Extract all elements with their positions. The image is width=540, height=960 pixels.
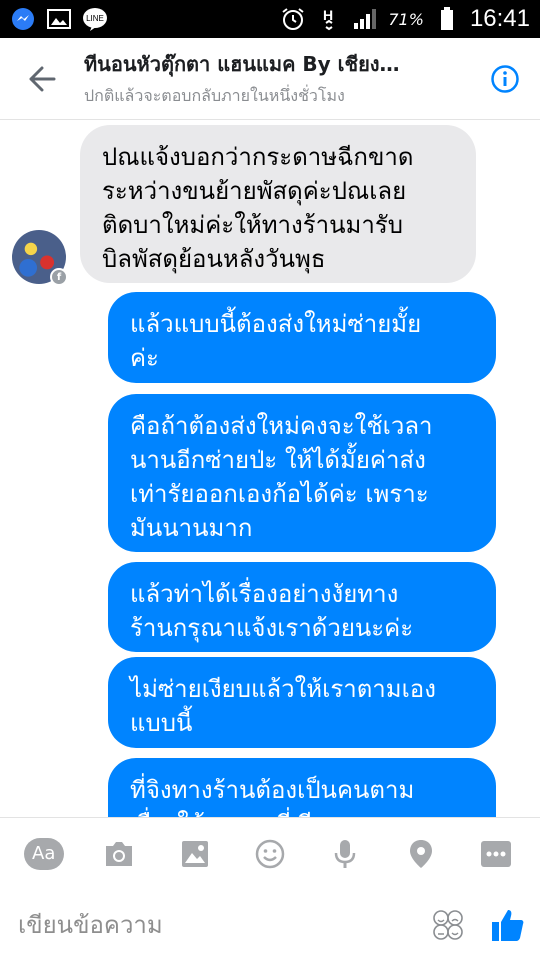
conversation-header: ทีนอนหัวตุ๊กตา แฮนแมค By เชียง… ปกติแล้ว…	[0, 38, 540, 120]
camera-icon	[106, 841, 133, 866]
conversation-info[interactable]: ทีนอนหัวตุ๊กตา แฮนแมค By เชียง… ปกติแล้ว…	[84, 48, 470, 109]
emoji-faces-icon	[433, 909, 463, 940]
gallery-button[interactable]	[169, 828, 221, 880]
message-bubble-incoming[interactable]: ปณแจ้งบอกว่ากระดาษฉีกขาด ระหว่างขนย้ายพัส…	[80, 125, 476, 283]
gallery-icon	[46, 6, 72, 32]
battery-percent: 71%	[388, 9, 424, 29]
message-input[interactable]	[0, 910, 420, 939]
image-icon	[181, 840, 208, 867]
location-pin-icon	[409, 839, 432, 868]
signal-strength-icon	[352, 6, 378, 32]
facebook-badge-icon: f	[50, 268, 68, 286]
hspa-data-icon: H	[316, 6, 342, 32]
info-icon	[491, 64, 519, 93]
sticker-button[interactable]	[244, 828, 296, 880]
message-list[interactable]: f ปณแจ้งบอกว่ากระดาษฉีกขาด ระหว่างขนย้ายพ…	[0, 120, 540, 817]
message-bubble-outgoing[interactable]: แล้วท่าได้เรื่องอย่างงัยทาง ร้านกรุณาแจ้ง…	[108, 562, 496, 652]
back-button[interactable]	[0, 38, 84, 120]
messenger-app-icon	[10, 6, 36, 32]
alarm-icon	[280, 6, 306, 32]
aa-label: Aa	[23, 837, 64, 870]
emoji-button[interactable]	[420, 895, 476, 955]
camera-button[interactable]	[93, 828, 145, 880]
status-bar: LINE H 71% 16:41	[0, 0, 540, 38]
battery-icon	[434, 6, 460, 32]
line-app-icon: LINE	[82, 6, 108, 32]
microphone-icon	[335, 839, 356, 868]
contact-avatar[interactable]: f	[12, 230, 68, 286]
thumbs-up-icon	[492, 909, 524, 941]
location-button[interactable]	[395, 828, 447, 880]
smiley-icon	[255, 839, 285, 868]
like-button[interactable]	[476, 895, 540, 955]
response-time-subtitle: ปกติแล้วจะตอบกลับภายในหนึ่งชั่วโมง	[84, 86, 345, 105]
message-bubble-outgoing[interactable]: แล้วแบบนี้ต้องส่งใหม่ซ่ายมั้ย ค่ะ	[108, 292, 496, 383]
text-style-button[interactable]: Aa	[18, 828, 70, 880]
message-bubble-outgoing[interactable]: ไม่ซ่ายเงียบแล้วให้เราตามเอง แบบนี้	[108, 657, 496, 748]
conversation-title: ทีนอนหัวตุ๊กตา แฮนแมค By เชียง…	[84, 52, 400, 76]
composer-toolbar: Aa	[0, 817, 540, 889]
message-composer	[0, 889, 540, 960]
info-button[interactable]	[470, 38, 540, 120]
clock-time: 16:41	[469, 5, 530, 32]
voice-button[interactable]	[319, 828, 371, 880]
svg-text:LINE: LINE	[86, 14, 104, 23]
message-bubble-outgoing[interactable]: คือถ้าต้องส่งใหม่คงจะใช้เวลา นานอีกซ่ายป่…	[108, 394, 496, 552]
more-button[interactable]	[470, 828, 522, 880]
back-arrow-icon	[29, 66, 56, 91]
more-dots-icon	[481, 840, 512, 867]
message-bubble-outgoing[interactable]: ที่จิงทางร้านต้องเป็นคนตามเรื่องให้เรามะ…	[108, 758, 496, 817]
